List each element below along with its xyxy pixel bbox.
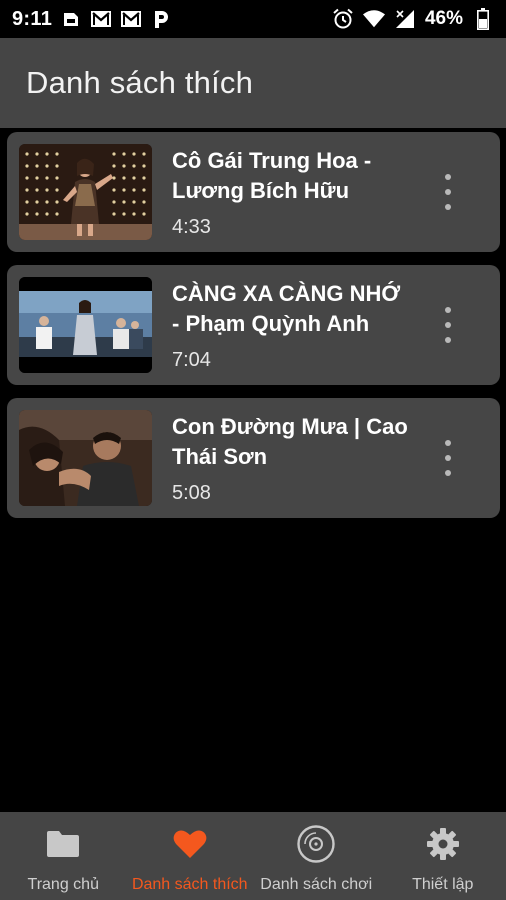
more-options-button[interactable] <box>427 433 469 483</box>
sim-card-icon <box>60 9 82 29</box>
video-item[interactable]: Con Đường Mưa | Cao Thái Sơn 5:08 <box>7 398 500 518</box>
dot-icon <box>445 189 451 195</box>
dot-icon <box>445 470 451 476</box>
status-bar: 9:11 46% <box>0 0 506 38</box>
more-options-button[interactable] <box>427 167 469 217</box>
video-thumbnail[interactable] <box>19 144 152 240</box>
heart-icon <box>173 826 207 862</box>
video-thumbnail[interactable] <box>19 410 152 506</box>
video-duration: 5:08 <box>172 482 211 504</box>
dot-icon <box>445 322 451 328</box>
gmail-icon <box>90 9 112 29</box>
battery-percent: 46% <box>424 8 463 29</box>
nav-label: Danh sách chơi <box>260 876 373 893</box>
cellular-signal-icon <box>394 9 416 29</box>
video-title: Con Đường Mưa | Cao Thái Sơn <box>172 414 408 469</box>
nav-label: Trang chủ <box>27 876 99 893</box>
app-bar: Danh sách thích <box>0 38 506 128</box>
video-thumbnail[interactable] <box>19 277 152 373</box>
alarm-icon <box>332 8 354 29</box>
battery-icon <box>472 8 494 30</box>
video-duration: 4:33 <box>172 216 211 238</box>
nav-tab-favorites[interactable]: Danh sách thích <box>127 812 254 900</box>
video-duration: 7:04 <box>172 349 211 371</box>
p-app-icon <box>150 9 172 29</box>
more-options-button[interactable] <box>427 300 469 350</box>
dot-icon <box>445 174 451 180</box>
nav-tab-settings[interactable]: Thiết lập <box>380 812 506 900</box>
dot-icon <box>445 307 451 313</box>
bottom-navigation: Trang chủ Danh sách thích Danh sách chơi <box>0 812 506 900</box>
video-item[interactable]: CÀNG XA CÀNG NHỚ - Phạm Quỳnh Anh 7:04 <box>7 265 500 385</box>
disc-icon <box>297 825 335 863</box>
folder-icon <box>46 826 80 862</box>
wifi-icon <box>362 9 385 29</box>
dot-icon <box>445 440 451 446</box>
video-title: Cô Gái Trung Hoa - Lương Bích Hữu <box>172 148 372 203</box>
gmail-icon <box>120 9 142 29</box>
video-item[interactable]: Cô Gái Trung Hoa - Lương Bích Hữu 4:33 <box>7 132 500 252</box>
nav-label: Danh sách thích <box>131 876 248 893</box>
page-title: Danh sách thích <box>26 65 254 100</box>
gear-icon <box>426 826 460 862</box>
dot-icon <box>445 337 451 343</box>
nav-tab-home[interactable]: Trang chủ <box>0 812 127 900</box>
dot-icon <box>445 204 451 210</box>
nav-label: Thiết lập <box>412 876 474 893</box>
video-title: CÀNG XA CÀNG NHỚ - Phạm Quỳnh Anh <box>172 281 401 336</box>
status-time: 9:11 <box>12 7 53 30</box>
nav-tab-playlists[interactable]: Danh sách chơi <box>253 812 380 900</box>
dot-icon <box>445 455 451 461</box>
